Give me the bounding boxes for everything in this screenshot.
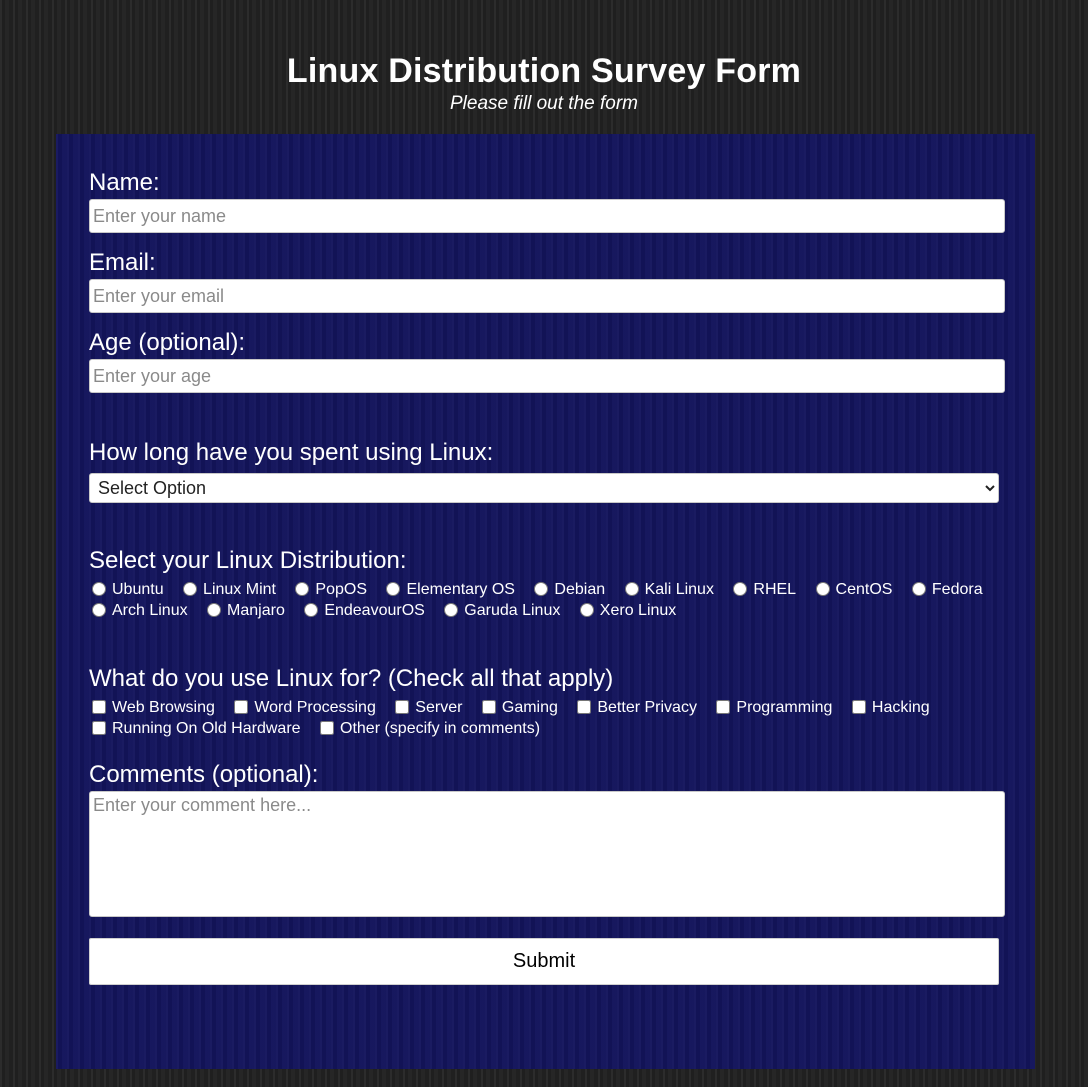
distro-radio[interactable] <box>295 582 310 596</box>
distro-option: Kali Linux <box>622 581 726 598</box>
usage-option-label[interactable]: Better Privacy <box>597 699 697 716</box>
distro-radio[interactable] <box>207 603 222 617</box>
usage-checkbox[interactable] <box>92 700 106 714</box>
usage-option-label[interactable]: Hacking <box>872 699 930 716</box>
usage-checkbox[interactable] <box>481 700 496 714</box>
distro-radio[interactable] <box>624 582 639 596</box>
comments-field-group: Comments (optional): <box>89 761 1006 917</box>
distro-option-label[interactable]: Kali Linux <box>645 581 714 598</box>
distro-option-label[interactable]: PopOS <box>315 581 367 598</box>
comments-label: Comments (optional): <box>89 761 319 788</box>
distro-option-label[interactable]: Elementary OS <box>406 581 514 598</box>
duration-select[interactable]: Select Option <box>89 473 999 503</box>
usage-option-label[interactable]: Word Processing <box>254 699 376 716</box>
distro-option: Linux Mint <box>180 581 288 598</box>
page-header: Linux Distribution Survey Form Please fi… <box>0 0 1088 115</box>
distro-option: Debian <box>531 581 617 598</box>
usage-options: Web Browsing Word Processing Server Gami… <box>89 697 1001 739</box>
distro-radio[interactable] <box>92 603 106 617</box>
distro-option: EndeavourOS <box>301 602 437 619</box>
email-input[interactable] <box>89 279 1005 313</box>
usage-option-label[interactable]: Running On Old Hardware <box>112 720 301 737</box>
usage-option: Programming <box>713 699 844 716</box>
distro-option: Fedora <box>909 581 995 598</box>
distro-label: Select your Linux Distribution: <box>89 547 407 574</box>
distro-option-label[interactable]: Garuda Linux <box>464 602 560 619</box>
usage-checkbox[interactable] <box>92 721 106 735</box>
usage-checkbox[interactable] <box>577 700 592 714</box>
age-input[interactable] <box>89 359 1005 393</box>
usage-option: Word Processing <box>231 699 388 716</box>
distro-option: RHEL <box>730 581 808 598</box>
usage-option: Hacking <box>849 699 942 716</box>
usage-checkbox[interactable] <box>851 700 866 714</box>
usage-checkbox[interactable] <box>234 700 249 714</box>
comments-textarea[interactable] <box>89 791 1005 917</box>
distro-option-label[interactable]: Debian <box>554 581 605 598</box>
email-label: Email: <box>89 249 156 276</box>
usage-checkbox[interactable] <box>320 721 334 735</box>
distro-radio[interactable] <box>304 603 319 617</box>
distro-radio[interactable] <box>733 582 748 596</box>
submit-button[interactable]: Submit <box>89 938 999 985</box>
distro-option-label[interactable]: Linux Mint <box>203 581 276 598</box>
usage-checkbox[interactable] <box>716 700 731 714</box>
distro-option: Arch Linux <box>89 602 200 619</box>
duration-field-group: How long have you spent using Linux: Sel… <box>89 439 1006 503</box>
usage-option: Gaming <box>479 699 570 716</box>
distro-option-label[interactable]: Arch Linux <box>112 602 188 619</box>
usage-option-label[interactable]: Other (specify in comments) <box>340 720 540 737</box>
distro-radio[interactable] <box>386 582 401 596</box>
distro-radio[interactable] <box>911 582 926 596</box>
distro-radio[interactable] <box>534 582 549 596</box>
distro-option-label[interactable]: Ubuntu <box>112 581 164 598</box>
email-field-group: Email: <box>89 249 1006 313</box>
usage-option: Web Browsing <box>89 699 227 716</box>
distro-option: Ubuntu <box>89 581 176 598</box>
distro-radio[interactable] <box>815 582 830 596</box>
usage-option-label[interactable]: Gaming <box>502 699 558 716</box>
distro-option-label[interactable]: EndeavourOS <box>324 602 425 619</box>
usage-option-label[interactable]: Web Browsing <box>112 699 215 716</box>
distro-option-label[interactable]: CentOS <box>836 581 893 598</box>
usage-option: Running On Old Hardware <box>89 720 313 737</box>
page-title: Linux Distribution Survey Form <box>286 52 802 90</box>
distro-radio[interactable] <box>444 603 459 617</box>
distro-option-label[interactable]: Xero Linux <box>600 602 677 619</box>
usage-option-label[interactable]: Server <box>415 699 462 716</box>
distro-options: Ubuntu Linux Mint PopOS Elementary OS De… <box>89 579 1001 621</box>
usage-option-label[interactable]: Programming <box>736 699 832 716</box>
usage-option: Better Privacy <box>574 699 709 716</box>
usage-checkbox[interactable] <box>395 700 410 714</box>
distro-option: Garuda Linux <box>441 602 572 619</box>
distro-option: CentOS <box>813 581 905 598</box>
age-field-group: Age (optional): <box>89 329 1006 393</box>
survey-form: Name: Email: Age (optional): How long ha… <box>56 134 1035 1069</box>
distro-option: Xero Linux <box>577 602 689 619</box>
distro-field-group: Select your Linux Distribution: Ubuntu L… <box>89 547 1006 621</box>
age-label: Age (optional): <box>89 329 246 356</box>
distro-radio[interactable] <box>183 582 198 596</box>
name-input[interactable] <box>89 199 1005 233</box>
usage-option: Server <box>392 699 474 716</box>
page-subtitle: Please fill out the form <box>450 93 638 114</box>
duration-label: How long have you spent using Linux: <box>89 439 494 466</box>
name-field-group: Name: <box>89 134 1006 233</box>
usage-field-group: What do you use Linux for? (Check all th… <box>89 665 1006 739</box>
distro-radio[interactable] <box>579 603 594 617</box>
name-label: Name: <box>89 169 160 196</box>
distro-option: Manjaro <box>204 602 297 619</box>
distro-option-label[interactable]: Manjaro <box>227 602 285 619</box>
usage-label: What do you use Linux for? (Check all th… <box>89 665 614 692</box>
usage-option: Other (specify in comments) <box>317 720 552 737</box>
distro-option: Elementary OS <box>383 581 526 598</box>
distro-option: PopOS <box>292 581 379 598</box>
distro-radio[interactable] <box>92 582 106 596</box>
distro-option-label[interactable]: RHEL <box>753 581 796 598</box>
distro-option-label[interactable]: Fedora <box>932 581 983 598</box>
